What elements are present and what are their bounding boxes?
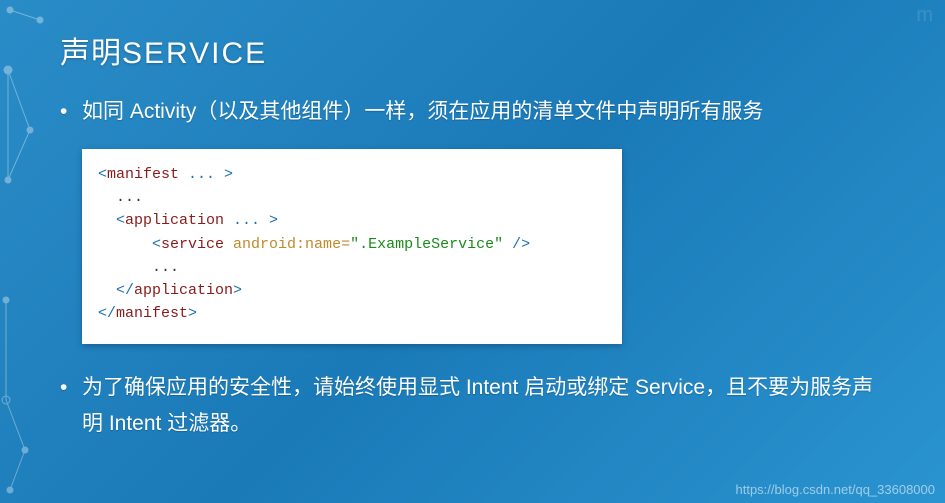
code-attr: android:name= xyxy=(233,236,350,253)
code-bracket: < xyxy=(98,212,125,229)
code-snippet: <manifest ... > ... <application ... > <… xyxy=(82,149,622,344)
code-bracket: < xyxy=(98,166,107,183)
bullet-list: 为了确保应用的安全性，请始终使用显式 Intent 启动或绑定 Service，… xyxy=(60,370,885,444)
slide-title: 声明SERVICE xyxy=(60,28,885,72)
code-text xyxy=(224,236,233,253)
code-text: ... xyxy=(98,189,143,206)
title-latin: SERVICE xyxy=(122,37,267,70)
code-text: ... > xyxy=(179,166,233,183)
code-tag: manifest xyxy=(116,305,188,322)
slide-content: 声明SERVICE 如同 Activity（以及其他组件）一样，须在应用的清单文… xyxy=(0,0,945,489)
code-text: ... > xyxy=(224,212,278,229)
code-bracket: < xyxy=(98,236,161,253)
code-tag: application xyxy=(134,282,233,299)
code-text: /> xyxy=(503,236,530,253)
bullet-list: 如同 Activity（以及其他组件）一样，须在应用的清单文件中声明所有服务 xyxy=(60,94,885,131)
title-cn: 声明 xyxy=(60,37,122,70)
code-bracket: </ xyxy=(98,305,116,322)
watermark-text: https://blog.csdn.net/qq_33608000 xyxy=(736,482,936,497)
code-text: ... xyxy=(98,259,179,276)
bullet-item: 如同 Activity（以及其他组件）一样，须在应用的清单文件中声明所有服务 xyxy=(60,94,885,131)
bullet-item: 为了确保应用的安全性，请始终使用显式 Intent 启动或绑定 Service，… xyxy=(60,370,885,444)
code-text: > xyxy=(188,305,197,322)
code-tag: service xyxy=(161,236,224,253)
code-text: > xyxy=(233,282,242,299)
code-tag: manifest xyxy=(107,166,179,183)
code-tag: application xyxy=(125,212,224,229)
code-string: ".ExampleService" xyxy=(350,236,503,253)
code-bracket: </ xyxy=(98,282,134,299)
